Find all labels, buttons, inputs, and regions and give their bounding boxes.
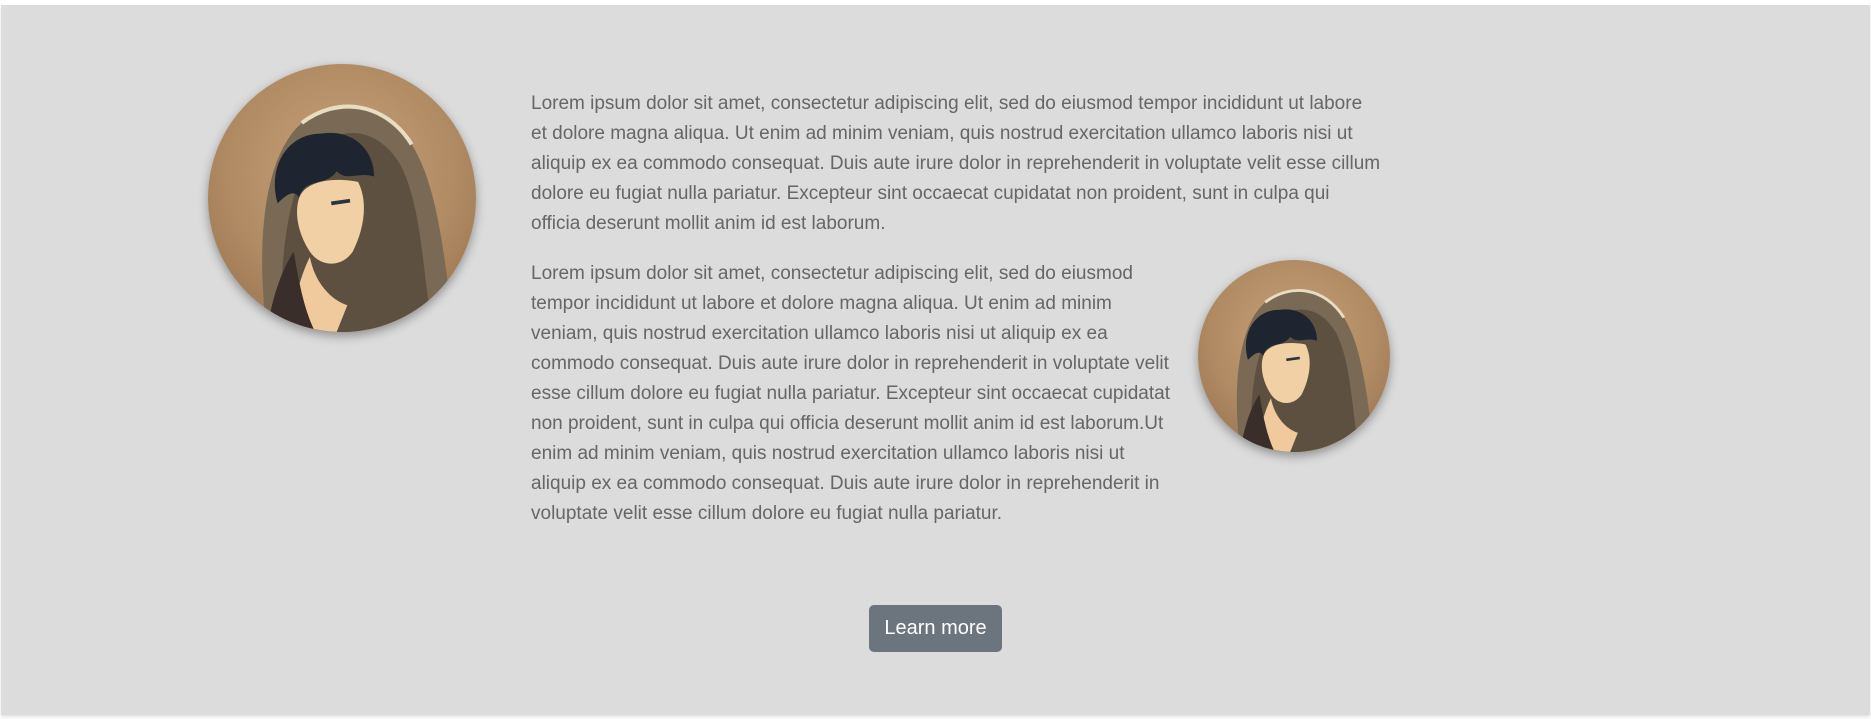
avatar-small: [1198, 260, 1390, 452]
hooded-character-image: [262, 104, 455, 332]
hooded-character-image: [1236, 289, 1375, 452]
body-paragraph: Lorem ipsum dolor sit amet, consectetur …: [531, 263, 1170, 524]
avatar-large: [208, 64, 476, 332]
intro-paragraph: Lorem ipsum dolor sit amet, consectetur …: [531, 93, 1381, 234]
learn-more-button[interactable]: Learn more: [869, 605, 1002, 652]
